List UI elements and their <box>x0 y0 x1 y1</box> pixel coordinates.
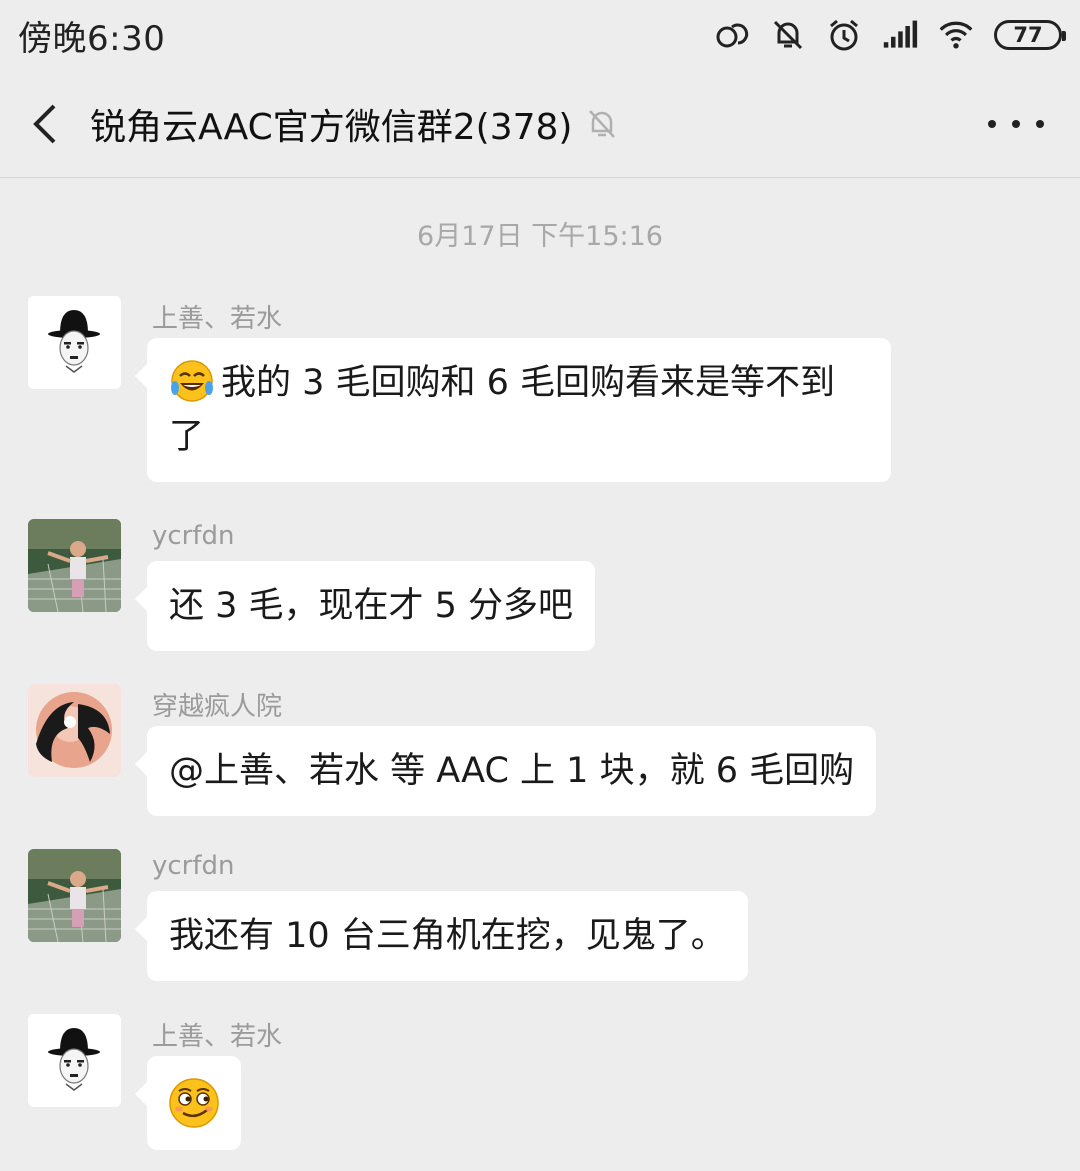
nav-bar: 锐角云AAC官方微信群2(378) <box>0 70 1080 178</box>
sender-name: ycrfdn <box>152 851 235 881</box>
message-item: ycrfdn 我还有 10 台三角机在挖，见鬼了。 <box>28 849 788 989</box>
message-timestamp: 6月17日 下午15:16 <box>417 221 663 252</box>
signal-icon <box>882 17 918 53</box>
avatar[interactable] <box>28 519 121 612</box>
more-icon <box>988 120 996 128</box>
message-text: 还 3 毛，现在才 5 分多吧 <box>169 586 574 626</box>
link-icon <box>714 17 750 53</box>
avatar[interactable] <box>28 1014 121 1107</box>
message-bubble[interactable]: 我还有 10 台三角机在挖，见鬼了。 <box>135 891 748 981</box>
message-item: 穿越疯人院 @上善、若水 等 AAC 上 1 块，就 6 毛回购 <box>28 684 898 824</box>
sender-name: 上善、若水 <box>152 304 283 334</box>
tears-of-joy-emoji-icon <box>171 360 213 402</box>
message-item: ycrfdn 还 3 毛，现在才 5 分多吧 <box>28 519 628 659</box>
status-bar: 傍晚6:30 77 <box>0 0 1080 70</box>
bell-muted-icon <box>770 17 806 53</box>
avatar[interactable] <box>28 296 121 389</box>
wifi-icon <box>938 17 974 53</box>
sender-name: 穿越疯人院 <box>152 692 283 722</box>
message-item: 上善、若水 <box>28 1014 428 1154</box>
back-button[interactable] <box>0 70 90 178</box>
more-button[interactable] <box>988 104 1044 144</box>
message-bubble[interactable]: @上善、若水 等 AAC 上 1 块，就 6 毛回购 <box>134 726 877 816</box>
message-text: 我还有 10 台三角机在挖，见鬼了。 <box>169 916 726 956</box>
message-bubble[interactable] <box>135 1056 241 1150</box>
message-text: @上善、若水 等 AAC 上 1 块，就 6 毛回购 <box>169 751 855 791</box>
sender-name: 上善、若水 <box>152 1022 283 1052</box>
smirk-face-emoji-icon <box>169 1078 219 1128</box>
message-text: 我的 3 毛回购和 6 毛回购看来是等不到了 <box>169 363 836 457</box>
chevron-left-icon <box>33 104 56 143</box>
status-icons: 77 <box>714 17 1066 53</box>
message-item: 上善、若水 我的 3 毛回购和 6 毛回购看来是等不到了 <box>28 296 898 496</box>
avatar[interactable] <box>28 849 121 942</box>
status-time: 傍晚6:30 <box>18 18 166 59</box>
more-icon-dot <box>1012 120 1020 128</box>
more-icon-dot <box>1036 120 1044 128</box>
message-bubble[interactable]: 还 3 毛，现在才 5 分多吧 <box>134 561 596 651</box>
message-bubble[interactable]: 我的 3 毛回购和 6 毛回购看来是等不到了 <box>135 338 891 482</box>
alarm-icon <box>826 17 862 53</box>
sender-name: ycrfdn <box>152 521 235 551</box>
chat-title: 锐角云AAC官方微信群2(378) <box>90 106 573 148</box>
bell-muted-icon <box>586 107 620 141</box>
avatar[interactable] <box>28 684 121 777</box>
battery-icon: 77 <box>994 20 1066 50</box>
